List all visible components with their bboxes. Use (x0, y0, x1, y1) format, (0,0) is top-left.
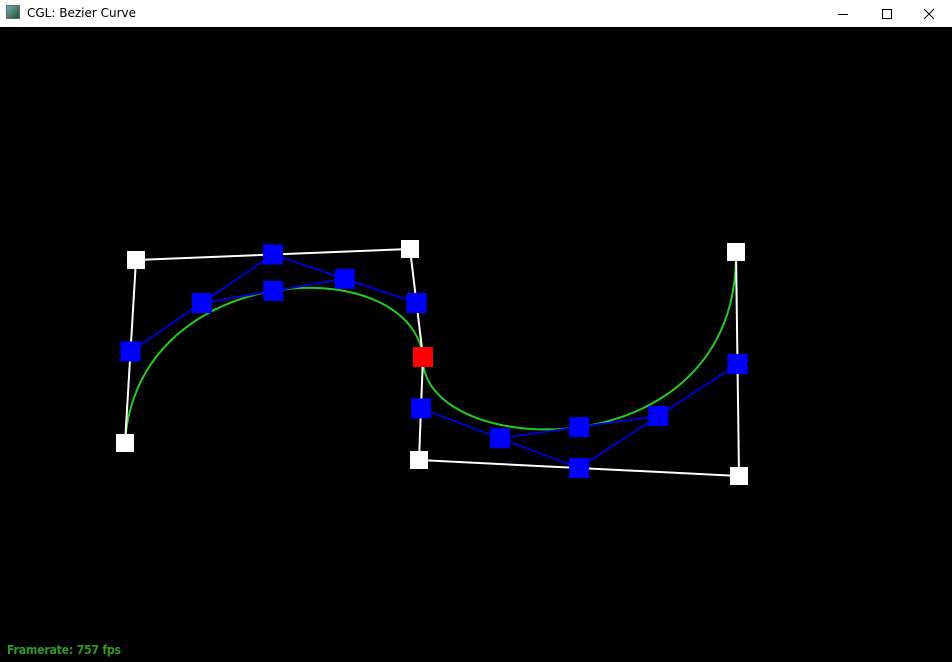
intermediate-point[interactable] (406, 293, 427, 313)
control-point[interactable] (730, 467, 748, 485)
intermediate-point[interactable] (411, 398, 431, 419)
render-canvas[interactable] (0, 27, 952, 662)
framerate-readout: Framerate: 757 fps (7, 643, 121, 657)
casteljau-line-2-1 (420, 363, 739, 469)
intermediate-point[interactable] (191, 293, 212, 313)
maximize-icon (882, 8, 892, 19)
intermediate-point[interactable] (648, 406, 669, 426)
control-polygon-2 (418, 251, 740, 477)
bezier-curve-segment-2 (422, 251, 737, 431)
intermediate-point[interactable] (727, 354, 748, 374)
intermediate-point[interactable] (263, 244, 283, 265)
control-point[interactable] (410, 451, 428, 469)
control-point[interactable] (116, 434, 134, 452)
control-point[interactable] (127, 251, 145, 269)
intermediate-point[interactable] (334, 268, 355, 289)
control-point[interactable] (401, 240, 419, 258)
maximize-button[interactable] (864, 0, 910, 27)
intermediate-point[interactable] (120, 341, 141, 362)
app-window: CGL: Bezier Curve Framerate: 757 fps (0, 0, 952, 662)
minimize-button[interactable] (820, 0, 866, 27)
bezier-scene[interactable] (0, 27, 952, 662)
close-button[interactable] (906, 0, 952, 27)
intermediate-point[interactable] (263, 280, 284, 301)
window-title: CGL: Bezier Curve (27, 6, 137, 20)
title-bar[interactable]: CGL: Bezier Curve (0, 0, 952, 27)
close-icon (923, 8, 935, 19)
control-polygon-1 (124, 248, 424, 444)
minimize-icon (838, 13, 848, 15)
intermediate-point[interactable] (569, 458, 589, 478)
evaluated-point[interactable] (413, 347, 433, 367)
intermediate-point[interactable] (569, 417, 590, 438)
bezier-curve-segment-1 (124, 286, 424, 444)
control-point[interactable] (727, 243, 745, 261)
app-window-icon (6, 5, 20, 19)
intermediate-point[interactable] (490, 428, 510, 449)
